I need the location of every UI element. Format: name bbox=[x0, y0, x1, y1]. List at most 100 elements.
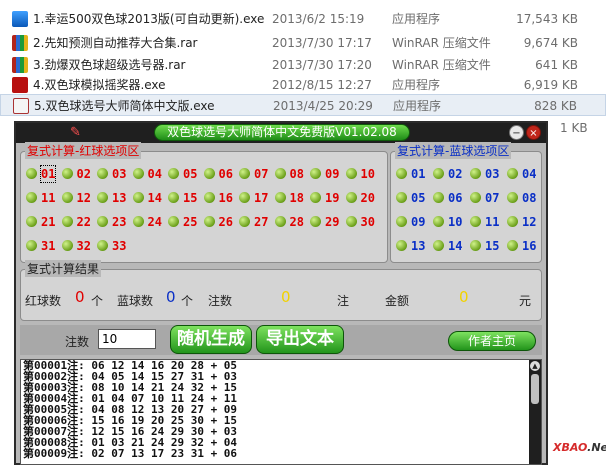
ball-checkbox[interactable] bbox=[239, 168, 250, 179]
blue-ball-number: 03 bbox=[485, 167, 500, 181]
red-ball-number: 25 bbox=[183, 215, 198, 229]
file-date: 2013/7/30 17:17 bbox=[272, 36, 372, 50]
output-textarea[interactable]: 第00001注: 06 12 14 16 20 28 + 05 第00002注: … bbox=[20, 359, 542, 465]
scroll-up-icon[interactable]: ▲ bbox=[530, 361, 540, 371]
ball-checkbox[interactable] bbox=[470, 168, 481, 179]
ball-checkbox[interactable] bbox=[168, 216, 179, 227]
red-ball-number: 12 bbox=[76, 191, 91, 205]
ball-checkbox[interactable] bbox=[61, 240, 73, 251]
ball-checkbox[interactable] bbox=[396, 216, 407, 227]
ball-checkbox[interactable] bbox=[345, 192, 357, 203]
lottery-app-icon: ✎ bbox=[70, 125, 81, 140]
ball-checkbox[interactable] bbox=[310, 192, 321, 203]
ball-checkbox[interactable] bbox=[61, 168, 73, 179]
red-ball-number: 05 bbox=[183, 167, 198, 181]
amount-label: 金额 bbox=[385, 294, 410, 308]
red-ball-number: 29 bbox=[325, 215, 340, 229]
control-bar: 注数 随机生成 导出文本 作者主页 bbox=[20, 325, 542, 355]
winrar-icon bbox=[12, 35, 28, 51]
random-generate-button[interactable]: 随机生成 bbox=[170, 325, 252, 354]
scrollbar[interactable]: ▲ bbox=[529, 360, 541, 464]
file-size: 828 KB bbox=[534, 99, 577, 113]
red-ball-number: 03 bbox=[112, 167, 127, 181]
ball-checkbox[interactable] bbox=[433, 240, 444, 251]
ball-checkbox[interactable] bbox=[26, 216, 37, 227]
ball-checkbox[interactable] bbox=[203, 216, 215, 227]
ball-checkbox[interactable] bbox=[61, 192, 73, 203]
blue-ball-group: 复式计算-蓝球选项区 01 02 03 04 05 06 07 08 09 10 11 12 13 14 1… bbox=[390, 142, 542, 263]
winrar-icon bbox=[12, 57, 28, 73]
ball-checkbox[interactable] bbox=[61, 216, 73, 227]
red-ball-number: 27 bbox=[254, 215, 269, 229]
ball-checkbox[interactable] bbox=[97, 168, 108, 179]
file-row[interactable]: 4.双色球模拟摇奖器.exe 2012/8/15 12:27 应用程序 6,91… bbox=[0, 74, 606, 96]
red-ball-number: 22 bbox=[76, 215, 91, 229]
lottery-app-window: ✎ 双色球选号大师简体中文免费版V01.02.08 − × 复式计算-红球选项区… bbox=[14, 121, 548, 465]
file-row[interactable]: 3.劲爆双色球超级选号器.rar 2013/7/30 17:20 WinRAR … bbox=[0, 54, 606, 76]
file-size: 6,919 KB bbox=[523, 78, 578, 92]
ball-checkbox[interactable] bbox=[433, 168, 444, 179]
red-ball-number: 21 bbox=[41, 215, 56, 229]
red-ball-number: 13 bbox=[112, 191, 127, 205]
ball-checkbox[interactable] bbox=[203, 192, 215, 203]
ball-checkbox[interactable] bbox=[26, 192, 37, 203]
blue-group-title: 复式计算-蓝球选项区 bbox=[395, 142, 512, 159]
file-name: 4.双色球模拟摇奖器.exe bbox=[33, 78, 166, 92]
count-input[interactable] bbox=[98, 329, 156, 349]
ball-checkbox[interactable] bbox=[97, 216, 108, 227]
ball-checkbox[interactable] bbox=[26, 240, 37, 251]
blue-ball-number: 04 bbox=[522, 167, 537, 181]
ball-checkbox[interactable] bbox=[470, 192, 481, 203]
ball-checkbox[interactable] bbox=[203, 168, 215, 179]
ball-checkbox[interactable] bbox=[310, 168, 321, 179]
ball-checkbox[interactable] bbox=[396, 192, 407, 203]
title-bar[interactable]: ✎ 双色球选号大师简体中文免费版V01.02.08 − × bbox=[16, 123, 546, 143]
ball-checkbox[interactable] bbox=[396, 240, 407, 251]
ball-checkbox[interactable] bbox=[507, 168, 518, 179]
ball-checkbox[interactable] bbox=[274, 168, 286, 179]
ball-checkbox[interactable] bbox=[274, 192, 286, 203]
minimize-button[interactable]: − bbox=[509, 125, 524, 140]
file-row[interactable]: 1.幸运500双色球2013版(可自动更新).exe 2013/6/2 15:1… bbox=[0, 8, 606, 30]
ball-checkbox[interactable] bbox=[507, 192, 518, 203]
app-icon bbox=[13, 98, 29, 114]
ball-checkbox[interactable] bbox=[345, 168, 357, 179]
ball-checkbox[interactable] bbox=[470, 216, 481, 227]
ball-checkbox[interactable] bbox=[507, 240, 518, 251]
ball-checkbox[interactable] bbox=[26, 168, 37, 179]
red-group-title: 复式计算-红球选项区 bbox=[25, 142, 142, 159]
ball-checkbox[interactable] bbox=[396, 168, 407, 179]
ball-checkbox[interactable] bbox=[433, 192, 444, 203]
ball-checkbox[interactable] bbox=[239, 216, 250, 227]
file-row-selected[interactable]: 5.双色球选号大师简体中文版.exe 2013/4/25 20:29 应用程序 … bbox=[0, 94, 606, 116]
unit-label: 个 bbox=[91, 294, 104, 308]
app-icon bbox=[12, 11, 28, 27]
scroll-thumb[interactable] bbox=[531, 374, 539, 404]
ball-checkbox[interactable] bbox=[168, 168, 179, 179]
ball-checkbox[interactable] bbox=[310, 216, 321, 227]
close-button[interactable]: × bbox=[526, 125, 541, 140]
ball-checkbox[interactable] bbox=[239, 192, 250, 203]
file-size-behind: 1 KB bbox=[560, 121, 588, 135]
red-ball-number: 07 bbox=[254, 167, 269, 181]
ball-checkbox[interactable] bbox=[274, 216, 286, 227]
ball-checkbox[interactable] bbox=[345, 216, 357, 227]
ball-checkbox[interactable] bbox=[433, 216, 444, 227]
ball-checkbox[interactable] bbox=[470, 240, 481, 251]
ball-checkbox[interactable] bbox=[132, 216, 144, 227]
red-ball-number: 20 bbox=[360, 191, 375, 205]
ball-checkbox[interactable] bbox=[132, 168, 144, 179]
ball-checkbox[interactable] bbox=[132, 192, 144, 203]
blue-ball-number: 14 bbox=[448, 239, 463, 253]
blue-ball-number: 05 bbox=[411, 191, 426, 205]
export-text-button[interactable]: 导出文本 bbox=[256, 325, 344, 354]
ball-checkbox[interactable] bbox=[97, 192, 108, 203]
file-type: 应用程序 bbox=[392, 12, 441, 26]
result-group: 复式计算结果 红球数 0 个 蓝球数 0 个 注数 0 注 金额 0 元 bbox=[20, 260, 542, 321]
file-row[interactable]: 2.先知预测自动推荐大合集.rar 2013/7/30 17:17 WinRAR… bbox=[0, 32, 606, 54]
ball-checkbox[interactable] bbox=[168, 192, 179, 203]
author-homepage-button[interactable]: 作者主页 bbox=[448, 331, 536, 351]
file-date: 2012/8/15 12:27 bbox=[272, 78, 372, 92]
ball-checkbox[interactable] bbox=[507, 216, 518, 227]
ball-checkbox[interactable] bbox=[97, 240, 108, 251]
